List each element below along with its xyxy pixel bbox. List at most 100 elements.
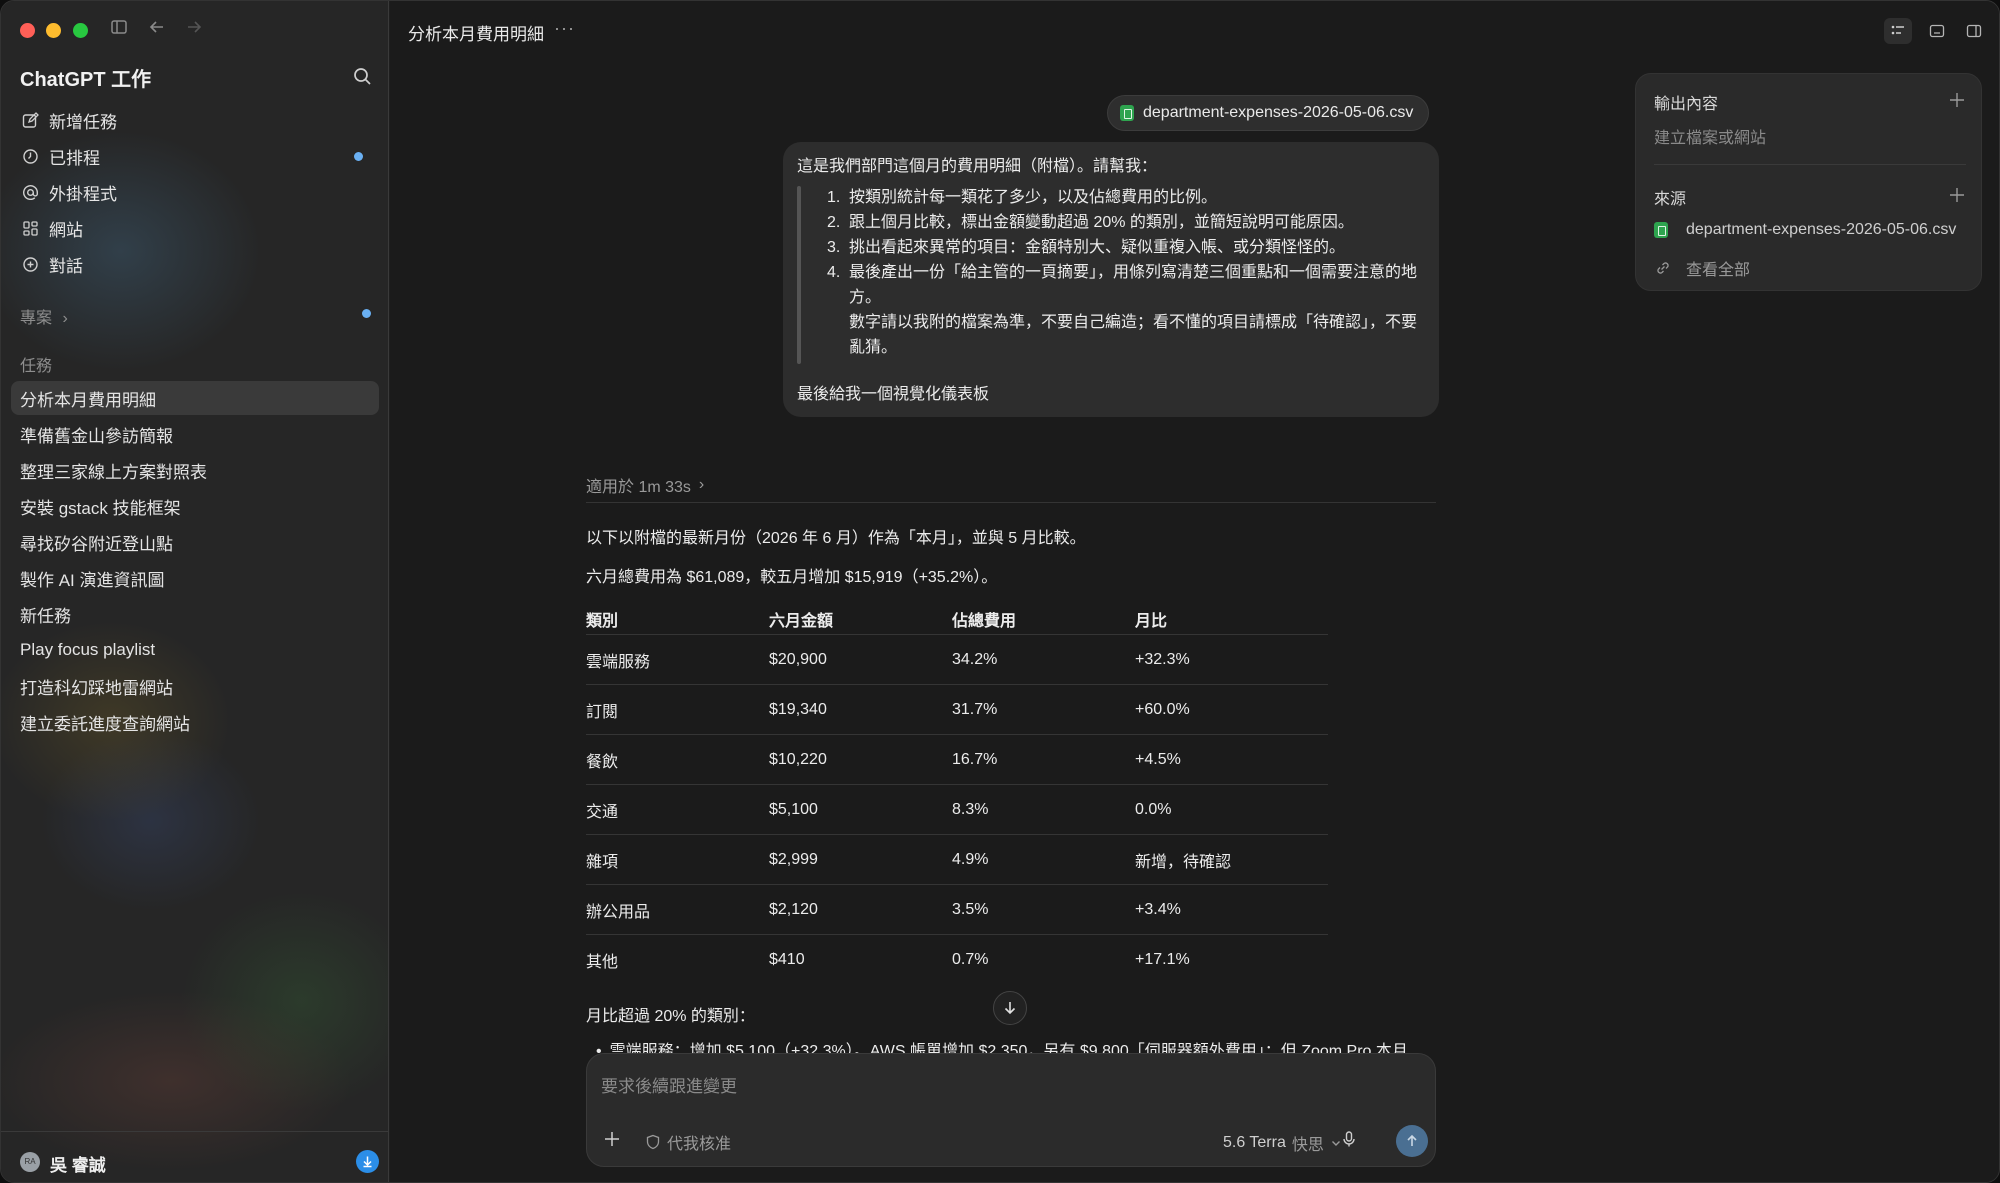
- download-icon: [363, 1156, 372, 1168]
- plus-circle-icon: [19, 253, 41, 275]
- table-cell: +17.1%: [1135, 951, 1190, 968]
- view-all-link[interactable]: 查看全部: [1654, 256, 1974, 280]
- table-cell: $10,220: [769, 750, 827, 768]
- message-outro: 最後給我一個視覺化儀表板: [797, 386, 990, 403]
- task-item[interactable]: 打造科幻踩地雷網站: [11, 669, 379, 703]
- table-cell: 8.3%: [952, 800, 989, 818]
- nav-plugins[interactable]: 外掛程式: [19, 175, 369, 209]
- task-item[interactable]: 建立委託進度查詢網站: [11, 705, 379, 739]
- grid-icon: [19, 217, 41, 239]
- table-cell: $19,340: [769, 700, 827, 718]
- thought-duration-toggle[interactable]: 適用於 1m 33s ›: [586, 473, 704, 497]
- nav-label: 對話: [49, 256, 83, 276]
- task-item[interactable]: 分析本月費用明細: [11, 381, 379, 415]
- add-attachment-button[interactable]: [603, 1130, 623, 1150]
- list-number: 2.: [827, 214, 841, 231]
- list-item: 1. 按類別統計每一類花了多少，以及佔總費用的比例。: [827, 185, 1427, 210]
- send-button[interactable]: [1396, 1125, 1428, 1157]
- user-name[interactable]: 吳 睿誠: [50, 1151, 106, 1176]
- side-panel-button[interactable]: [1960, 18, 1988, 44]
- add-output-button[interactable]: [1948, 91, 1966, 109]
- avatar[interactable]: RA: [20, 1152, 40, 1172]
- search-icon[interactable]: [351, 65, 375, 89]
- close-window-button[interactable]: [20, 23, 35, 38]
- model-selector[interactable]: 5.6 Terra 快思: [1223, 1131, 1342, 1155]
- zoom-window-button[interactable]: [73, 23, 88, 38]
- task-item[interactable]: 安裝 gstack 技能框架: [11, 489, 379, 523]
- minimize-window-button[interactable]: [46, 23, 61, 38]
- attachment-chip[interactable]: department-expenses-2026-05-06.csv: [1107, 95, 1430, 131]
- microphone-icon: [1343, 1131, 1355, 1147]
- terminal-button[interactable]: [1923, 18, 1951, 44]
- approve-label: 代我核准: [667, 1136, 732, 1153]
- projects-label: 專案: [20, 310, 53, 327]
- list-text: 最後產出一份「給主管的一頁摘要」，用條列寫清楚三個重點和一個需要注意的地方。: [849, 264, 1418, 306]
- table-row: 訂閱 $19,340 31.7% +60.0%: [586, 685, 1328, 735]
- sidebar-toggle-icon[interactable]: [106, 17, 132, 43]
- table-cell: 新增，待確認: [1135, 853, 1232, 871]
- more-options-button[interactable]: ···: [554, 18, 575, 39]
- task-item[interactable]: Play focus playlist: [11, 633, 379, 667]
- nav-conversations[interactable]: 對話: [19, 247, 369, 281]
- list-text: 跟上個月比較，標出金額變動超過 20% 的類別，並簡短說明可能原因。: [849, 214, 1354, 231]
- arrow-down-icon: [1004, 1002, 1016, 1015]
- arrow-up-icon: [1407, 1134, 1417, 1146]
- nav-scheduled[interactable]: 已排程: [19, 139, 369, 173]
- list-text: 按類別統計每一類花了多少，以及佔總費用的比例。: [849, 189, 1218, 206]
- spreadsheet-icon: [1120, 105, 1134, 121]
- source-file-item[interactable]: department-expenses-2026-05-06.csv: [1654, 221, 1974, 239]
- table-cell: 其他: [586, 954, 619, 971]
- response-paragraph: 六月總費用為 $61,089，較五月增加 $15,919（+35.2%）。: [586, 569, 998, 586]
- column-header: 月比: [1135, 612, 1168, 630]
- table-cell: 4.9%: [952, 850, 989, 868]
- page-title: 分析本月費用明細: [408, 25, 544, 44]
- composer: 要求後續跟進變更 代我核准 5.6 Terra 快思: [586, 1053, 1436, 1167]
- table-cell: 16.7%: [952, 750, 998, 768]
- main-pane: 分析本月費用明細 ··· department-expenses-2026-05…: [390, 1, 1999, 1182]
- table-row: 餐飲 $10,220 16.7% +4.5%: [586, 735, 1328, 785]
- add-source-button[interactable]: [1948, 186, 1966, 204]
- column-header: 六月金額: [769, 612, 834, 630]
- projects-section-toggle[interactable]: 專案 ›: [20, 304, 68, 328]
- forward-arrow-icon[interactable]: [181, 17, 207, 43]
- back-arrow-icon[interactable]: [144, 17, 170, 43]
- table-cell: 交通: [586, 803, 619, 821]
- table-cell: 辦公用品: [586, 903, 651, 921]
- plus-icon: [605, 1132, 619, 1146]
- follow-up-input[interactable]: 要求後續跟進變更: [601, 1072, 737, 1097]
- output-subtitle[interactable]: 建立檔案或網站: [1654, 124, 1766, 148]
- task-item[interactable]: 尋找矽谷附近登山點: [11, 525, 379, 559]
- list-note: 數字請以我附的檔案為準，不要自己編造；看不懂的項目請標成「待確認」，不要亂猜。: [827, 310, 1427, 360]
- list-text: 挑出看起來異常的項目：金額特別大、疑似重複入帳、或分類怪怪的。: [849, 239, 1346, 256]
- nav-label: 已排程: [49, 148, 100, 168]
- table-cell: 雜項: [586, 853, 619, 871]
- task-item[interactable]: 整理三家線上方案對照表: [11, 453, 379, 487]
- request-list: 1. 按類別統計每一類花了多少，以及佔總費用的比例。 2. 跟上個月比較，標出金額變…: [827, 185, 1427, 360]
- spreadsheet-icon: [1654, 222, 1668, 238]
- download-button[interactable]: [356, 1150, 379, 1173]
- response-paragraph: 以下以附檔的最新月份（2026 年 6 月）作為「本月」，並與 5 月比較。: [586, 530, 1086, 547]
- link-icon: [1657, 262, 1669, 274]
- nav-websites[interactable]: 網站: [19, 211, 369, 245]
- tasks-view-button[interactable]: [1884, 18, 1912, 44]
- chevron-right-icon: ›: [62, 310, 68, 327]
- scroll-to-bottom-button[interactable]: [993, 991, 1027, 1025]
- list-number: 3.: [827, 239, 841, 256]
- approve-for-me-toggle[interactable]: 代我核准: [645, 1130, 731, 1154]
- task-item[interactable]: 製作 AI 演進資訊圖: [11, 561, 379, 595]
- plus-icon: [1950, 93, 1964, 107]
- model-speed: 快思: [1291, 1137, 1324, 1154]
- nav-new-task[interactable]: 新增任務: [19, 103, 369, 137]
- task-item[interactable]: 新任務: [11, 597, 379, 631]
- task-item[interactable]: 準備舊金山參訪簡報: [11, 417, 379, 451]
- column-header: 類別: [586, 612, 619, 630]
- app-window: ChatGPT 工作 新增任務 已排程 外掛程式 網站 對話 專案 › 任務 分…: [0, 0, 2000, 1183]
- sidebar: ChatGPT 工作 新增任務 已排程 外掛程式 網站 對話 專案 › 任務 分…: [1, 1, 389, 1182]
- chevron-right-icon: ›: [698, 476, 705, 493]
- microphone-button[interactable]: [1339, 1129, 1361, 1151]
- source-file-name: department-expenses-2026-05-06.csv: [1686, 221, 1957, 238]
- context-panel: 輸出內容 建立檔案或網站 來源 department-expenses-2026…: [1635, 73, 1982, 291]
- table-cell: $5,100: [769, 800, 818, 818]
- list-icon: [1891, 25, 1904, 35]
- table-header-row: 類別 六月金額 佔總費用 月比: [586, 603, 1328, 635]
